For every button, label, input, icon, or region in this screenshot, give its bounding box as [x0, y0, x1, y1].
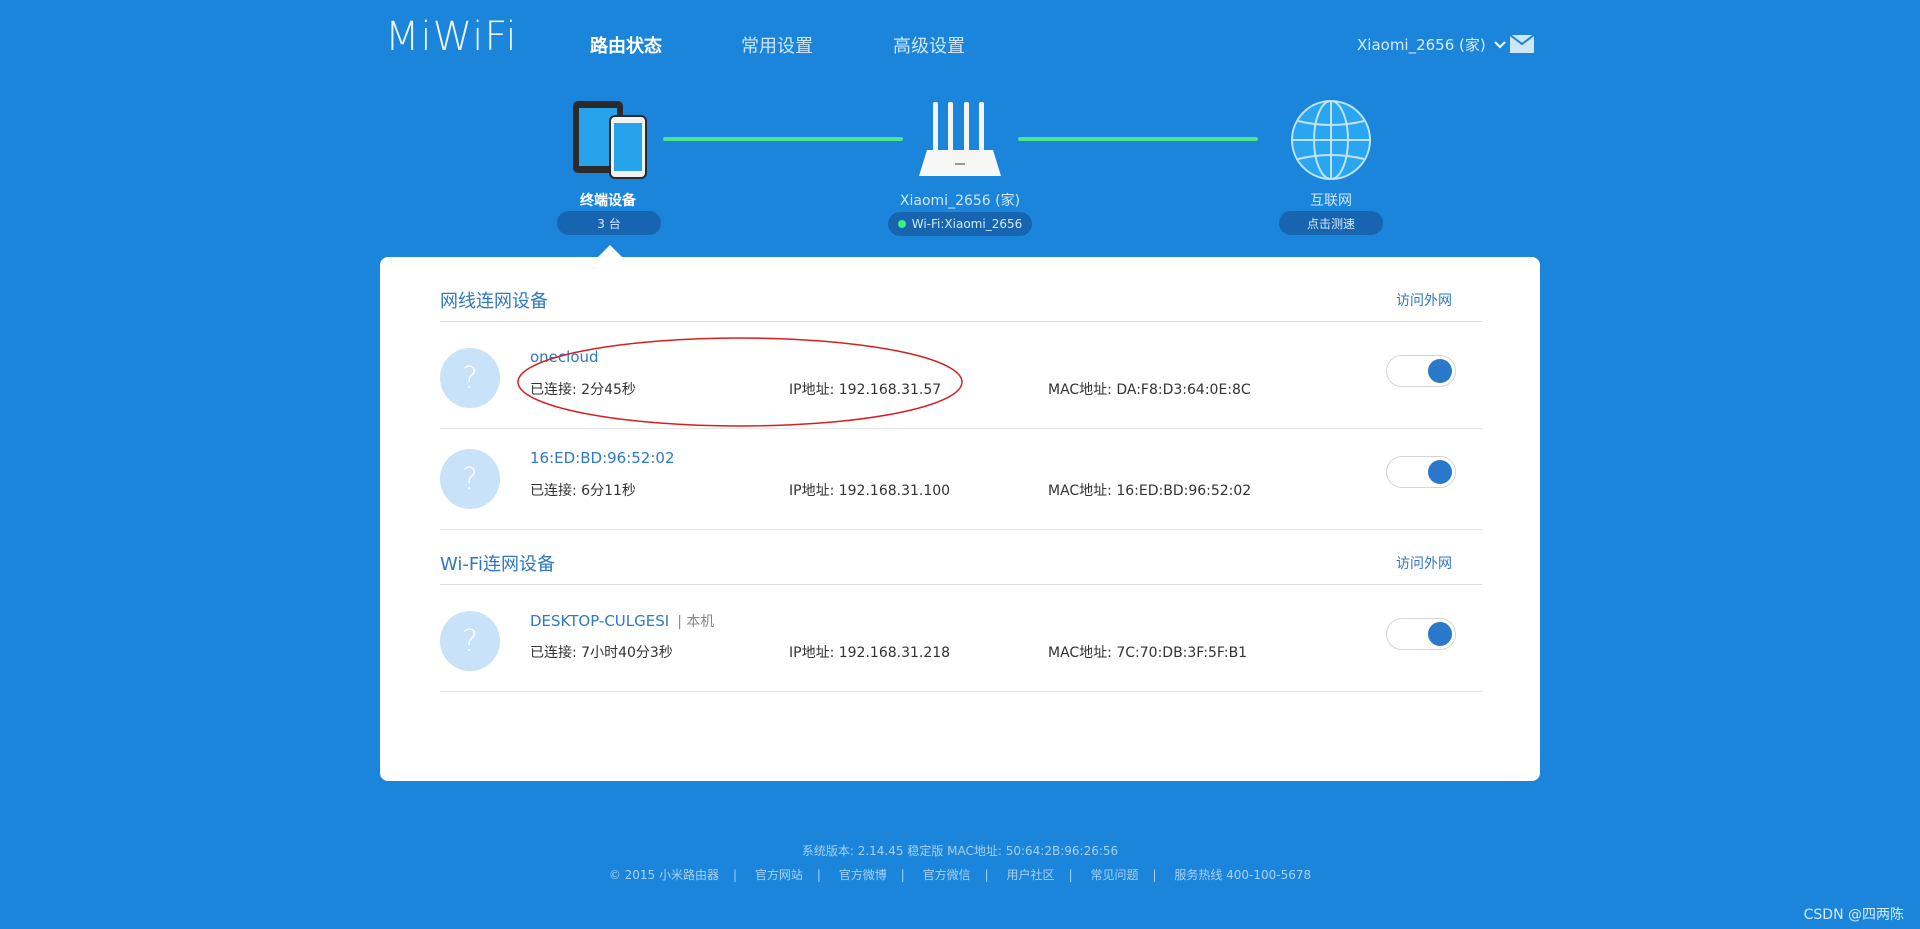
- internet-access-toggle[interactable]: [1386, 355, 1456, 387]
- device-connected-time: 已连接: 6分11秒: [530, 483, 636, 499]
- mail-icon[interactable]: [1510, 35, 1534, 53]
- unknown-device-icon: ?: [440, 348, 500, 408]
- device-mac: MAC地址: DA:F8:D3:64:0E:8C: [1048, 382, 1251, 398]
- device-name-wrap: DESKTOP-CULGESI | 本机: [530, 611, 714, 631]
- globe-icon[interactable]: [1290, 99, 1372, 181]
- annotation-ellipse: [517, 337, 963, 427]
- wifi-section-title: Wi-Fi连网设备: [440, 554, 555, 575]
- wifi-status-pill[interactable]: Wi-Fi:Xiaomi_2656: [888, 212, 1032, 236]
- unknown-device-icon: ?: [440, 611, 500, 671]
- footer-link-weibo[interactable]: 官方微博: [839, 868, 887, 882]
- devices-count-pill[interactable]: 3 台: [557, 211, 661, 235]
- this-device-tag: | 本机: [677, 614, 715, 630]
- device-name[interactable]: 16:ED:BD:96:52:02: [530, 449, 675, 467]
- toggle-knob: [1428, 622, 1452, 646]
- link-devices-router: [663, 137, 903, 141]
- internet-label: 互联网: [1310, 193, 1352, 209]
- device-row-16ed: ? 16:ED:BD:96:52:02 已连接: 6分11秒 IP地址: 192…: [440, 429, 1482, 530]
- device-name[interactable]: DESKTOP-CULGESI: [530, 612, 669, 630]
- footer-hotline: 服务热线 400-100-5678: [1174, 868, 1312, 882]
- device-ip: IP地址: 192.168.31.100: [789, 483, 951, 499]
- speed-test-label: 点击测速: [1306, 216, 1355, 231]
- miwifi-logo: MiWiFi: [385, 14, 518, 60]
- router-icon[interactable]: [917, 100, 1003, 180]
- footer-links: © 2015 小米路由器 | 官方网站 | 官方微博 | 官方微信 | 用户社区 | 常见…: [608, 868, 1312, 882]
- chevron-down-icon: [1494, 40, 1506, 48]
- speed-test-button[interactable]: 点击测速: [1279, 211, 1383, 235]
- router-name: Xiaomi_2656 (家): [1357, 36, 1486, 54]
- wired-section-title: 网线连网设备: [440, 291, 548, 312]
- toggle-knob: [1428, 460, 1452, 484]
- device-ip: IP地址: 192.168.31.218: [789, 645, 951, 661]
- devices-label: 终端设备: [580, 193, 636, 209]
- device-mac: MAC地址: 7C:70:DB:3F:5F:B1: [1048, 645, 1248, 661]
- tablet-phone-icon[interactable]: [570, 98, 650, 180]
- link-router-internet: [1018, 137, 1258, 141]
- footer-version: 系统版本: 2.14.45 稳定版 MAC地址: 50:64:2B:96:26:…: [801, 844, 1119, 858]
- wired-internet-access-link[interactable]: 访问外网: [1396, 290, 1452, 310]
- device-panel: 网线连网设备 访问外网 ? onecloud 已连接: 2分45秒 IP地址: …: [380, 257, 1540, 781]
- wired-section-header: 网线连网设备 访问外网: [440, 279, 1482, 322]
- wifi-section-header: Wi-Fi连网设备 访问外网: [440, 542, 1482, 585]
- footer-link-faq[interactable]: 常见问题: [1090, 868, 1138, 882]
- devices-count: 3 台: [597, 216, 621, 231]
- nav-tab-advanced-settings[interactable]: 高级设置: [893, 32, 965, 58]
- router-label: Xiaomi_2656 (家): [899, 193, 1021, 209]
- footer-copyright: © 2015 小米路由器: [608, 868, 719, 882]
- device-mac: MAC地址: 16:ED:BD:96:52:02: [1048, 483, 1252, 499]
- router-selector[interactable]: Xiaomi_2656 (家): [1357, 34, 1506, 55]
- toggle-knob: [1428, 359, 1452, 383]
- device-connected-time: 已连接: 7小时40分3秒: [530, 645, 673, 661]
- unknown-device-icon: ?: [440, 449, 500, 509]
- footer-link-website[interactable]: 官方网站: [755, 868, 803, 882]
- nav-tab-router-status[interactable]: 路由状态: [590, 32, 662, 58]
- footer-link-wechat[interactable]: 官方微信: [923, 868, 971, 882]
- internet-access-toggle[interactable]: [1386, 456, 1456, 488]
- internet-access-toggle[interactable]: [1386, 618, 1456, 650]
- device-row-desktop: ? DESKTOP-CULGESI | 本机 已连接: 7小时40分3秒 IP地址…: [440, 591, 1482, 692]
- online-dot: [897, 220, 906, 228]
- wifi-ssid: Wi-Fi:Xiaomi_2656: [911, 217, 1023, 231]
- nav-tab-common-settings[interactable]: 常用设置: [741, 32, 813, 58]
- wifi-internet-access-link[interactable]: 访问外网: [1396, 553, 1452, 573]
- csdn-watermark: CSDN @四两陈: [1803, 907, 1904, 923]
- footer-link-community[interactable]: 用户社区: [1007, 868, 1055, 882]
